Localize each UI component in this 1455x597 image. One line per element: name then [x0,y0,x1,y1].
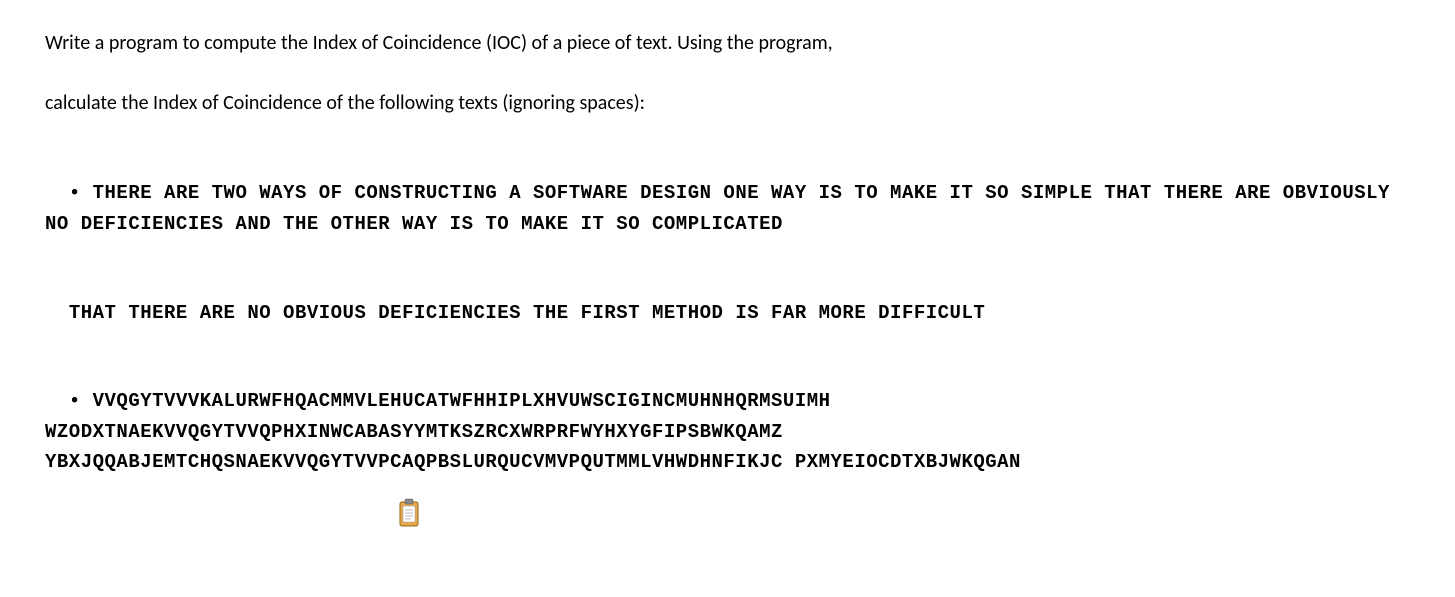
instruction-line-2: calculate the Index of Coincidence of th… [45,88,1410,118]
clipboard-icon [395,498,423,533]
sample-1-continuation: THAT THERE ARE NO OBVIOUS DEFICIENCIES T… [69,302,985,324]
sample-1-text: THERE ARE TWO WAYS OF CONSTRUCTING A SOF… [45,182,1402,234]
text-sample-2: VVQGYTVVVKALURWFHQACMMVLEHUCATWFHHIPLXHV… [45,356,1410,478]
bullet-1 [69,182,93,204]
instruction-text: Write a program to compute the Index of … [45,28,1410,118]
instruction-line-1: Write a program to compute the Index of … [45,28,1410,58]
sample-2-text: VVQGYTVVVKALURWFHQACMMVLEHUCATWFHHIPLXHV… [45,390,1021,473]
text-sample-1-part-1: THERE ARE TWO WAYS OF CONSTRUCTING A SOF… [45,148,1410,239]
bullet-2 [69,390,93,412]
text-sample-1-part-2: THAT THERE ARE NO OBVIOUS DEFICIENCIES T… [45,267,1410,328]
